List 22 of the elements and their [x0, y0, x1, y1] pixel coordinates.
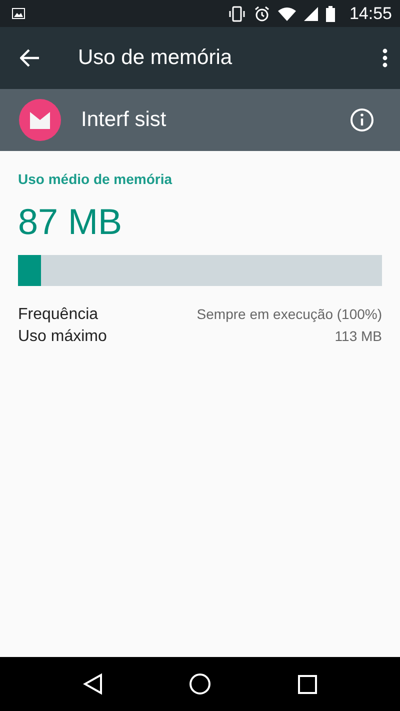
- status-time: 14:55: [349, 4, 392, 24]
- more-options-icon[interactable]: [382, 48, 388, 68]
- home-icon[interactable]: [189, 673, 212, 695]
- section-heading: Uso médio de memória: [18, 171, 174, 187]
- signal-icon: [304, 6, 318, 20]
- vibrate-icon: [228, 6, 246, 22]
- battery-icon: [326, 6, 336, 22]
- wifi-icon: [278, 6, 296, 20]
- stat-label: Uso máximo: [18, 328, 107, 346]
- stat-value: Sempre em execução (100%): [196, 306, 382, 322]
- back-arrow-icon[interactable]: [20, 49, 40, 67]
- info-icon[interactable]: [350, 108, 374, 132]
- back-icon[interactable]: [83, 673, 104, 695]
- screen-title: Uso de memória: [78, 46, 234, 70]
- image-icon: [12, 8, 25, 19]
- alarm-icon: [254, 6, 270, 22]
- stat-label: Frequência: [18, 306, 98, 324]
- stat-value: 113 MB: [334, 328, 382, 344]
- memory-value: 87 MB: [18, 201, 124, 243]
- app-name: Interf sist: [81, 108, 168, 132]
- recents-icon[interactable]: [298, 674, 317, 694]
- app-icon: [19, 99, 61, 141]
